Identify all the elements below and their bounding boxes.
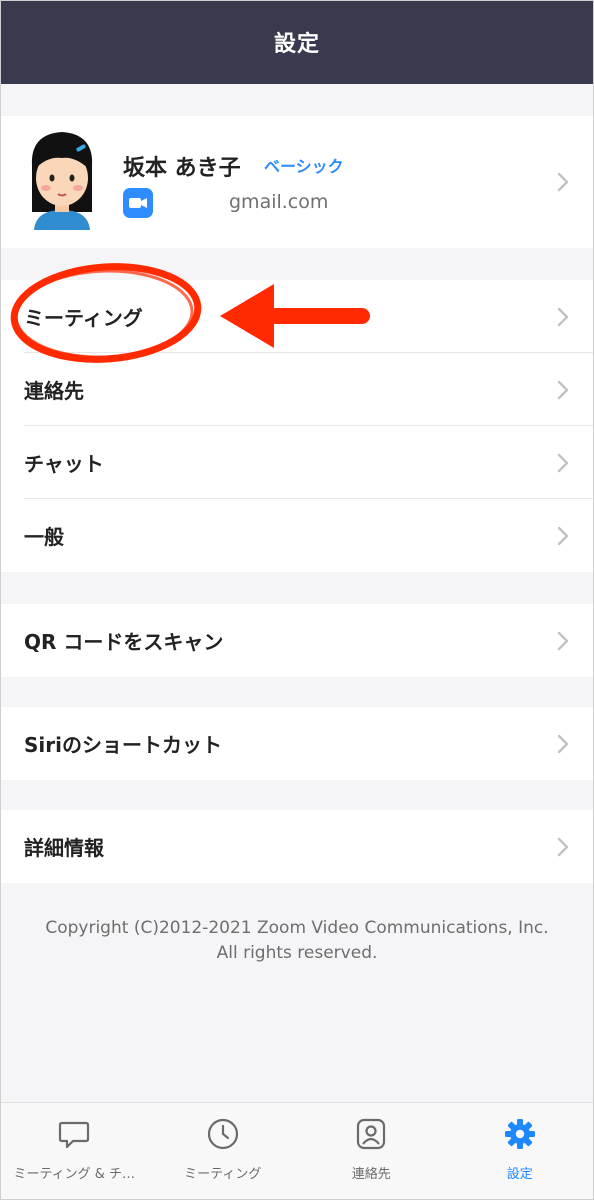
tab-contacts[interactable]: 連絡先 <box>297 1103 446 1200</box>
chevron-right-icon <box>557 172 569 192</box>
tab-label: ミーティング & チ… <box>13 1167 136 1182</box>
tab-bar: ミーティング & チ… ミーティング 連絡先 設定 <box>0 1102 594 1200</box>
tab-label: 設定 <box>506 1167 533 1182</box>
tab-meet-chat[interactable]: ミーティング & チ… <box>0 1103 149 1200</box>
nav-header: 設定 <box>0 0 594 84</box>
plan-badge: ベーシック <box>264 157 344 176</box>
tab-meetings[interactable]: ミーティング <box>149 1103 298 1200</box>
menu-item-qr-scan[interactable]: QR コードをスキャン <box>0 604 594 677</box>
chevron-right-icon <box>557 526 569 545</box>
menu-item-label: Siriのショートカット <box>24 733 222 757</box>
menu-item-label: 連絡先 <box>24 379 84 403</box>
menu-item-general[interactable]: 一般 <box>0 499 594 572</box>
chevron-right-icon <box>557 631 569 650</box>
copyright-notice: Copyright (C)2012-2021 Zoom Video Commun… <box>0 916 594 966</box>
annotation-arrow <box>220 284 370 348</box>
menu-item-label: チャット <box>24 452 104 476</box>
copyright-line-1: Copyright (C)2012-2021 Zoom Video Commun… <box>45 918 549 938</box>
menu-item-about[interactable]: 詳細情報 <box>0 810 594 883</box>
menu-item-chat[interactable]: チャット <box>0 426 594 499</box>
chevron-right-icon <box>557 837 569 856</box>
annotation-circle <box>10 263 202 363</box>
tab-label: 連絡先 <box>351 1167 391 1182</box>
menu-item-label: QR コードをスキャン <box>24 630 224 654</box>
video-camera-icon <box>123 188 153 218</box>
chevron-right-icon <box>557 734 569 753</box>
chevron-right-icon <box>557 453 569 472</box>
chevron-right-icon <box>557 380 569 399</box>
menu-item-label: 詳細情報 <box>24 836 104 860</box>
copyright-line-2: All rights reserved. <box>216 943 378 963</box>
menu-item-label: 一般 <box>24 525 64 549</box>
page-title: 設定 <box>273 32 320 57</box>
tab-settings[interactable]: 設定 <box>446 1103 594 1200</box>
gear-icon <box>504 1119 535 1149</box>
menu-item-siri-shortcuts[interactable]: Siriのショートカット <box>0 707 594 780</box>
profile-name: 坂本 あき子 <box>123 156 241 181</box>
profile-email: gmail.com <box>229 191 329 213</box>
tab-label: ミーティング <box>184 1167 262 1182</box>
avatar <box>31 132 93 230</box>
email-redaction <box>160 190 232 216</box>
chevron-right-icon <box>557 307 569 326</box>
profile-row[interactable]: 坂本 あき子 ベーシック gmail.com <box>0 116 594 248</box>
clock-icon <box>207 1118 238 1150</box>
chat-bubble-icon <box>59 1121 90 1149</box>
contact-icon <box>357 1118 386 1150</box>
